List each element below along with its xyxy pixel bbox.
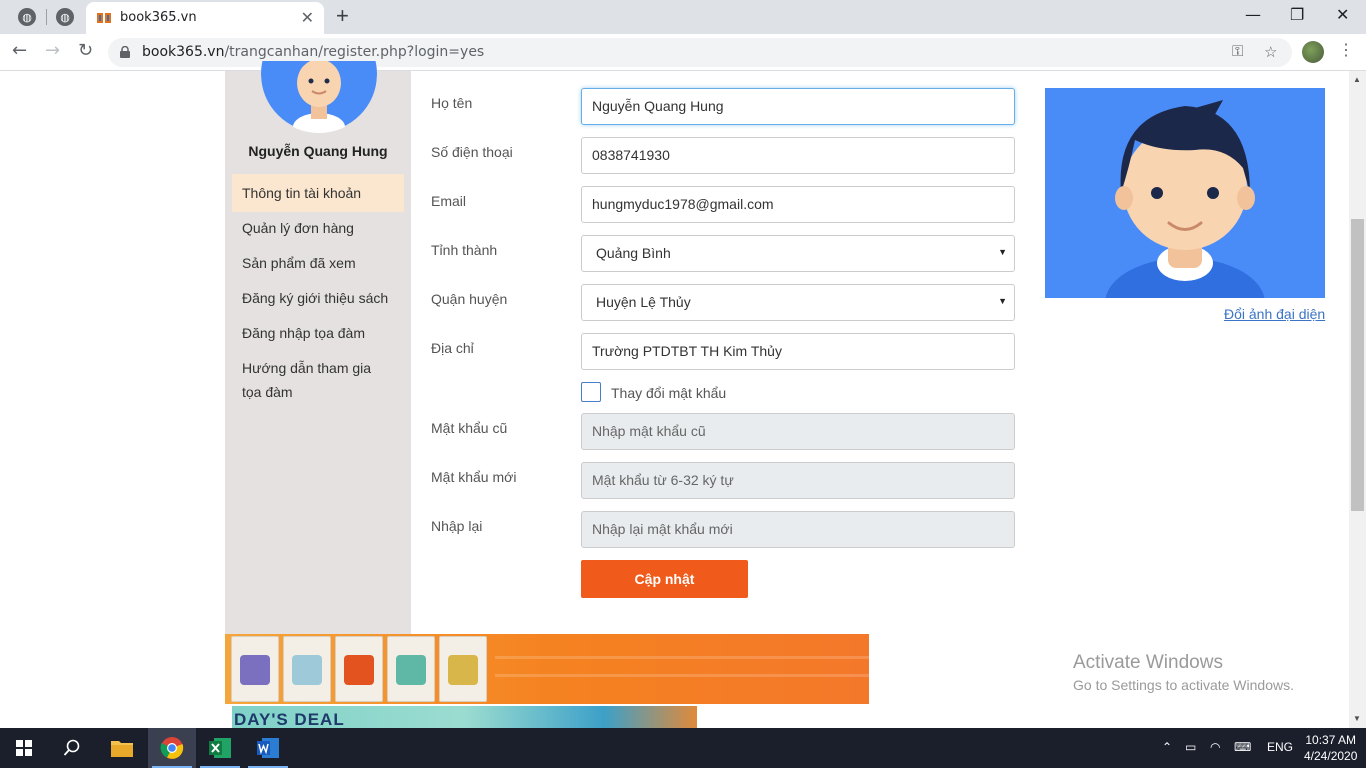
dropdown-caret-icon: ▼ [998,296,1007,306]
book-cover [387,636,435,702]
globe-icon[interactable]: ◍ [18,8,36,26]
book-cover [283,636,331,702]
language-indicator[interactable]: ENG [1267,740,1293,754]
browser-tab-strip: ◍ ◍ book365.vn ✕ + — ❐ ✕ [0,0,1366,34]
windows-taskbar: ⌃ ▭ ◠ ⌨ ENG 10:37 AM 4/24/2020 [0,728,1366,768]
book-cover [439,636,487,702]
sidebar-item-orders[interactable]: Quản lý đơn hàng [232,209,404,247]
activate-subtitle: Go to Settings to activate Windows. [1073,677,1294,693]
promo-banner-deal[interactable]: DAY'S DEAL [232,706,697,728]
clock-time: 10:37 AM [1305,733,1357,747]
book-cover [335,636,383,702]
sidebar-item-viewed-products[interactable]: Sản phẩm đã xem [232,244,404,282]
scroll-thumb[interactable] [1351,219,1364,511]
account-sidebar: Nguyễn Quang Hung Thông tin tài khoản Qu… [225,61,411,634]
activate-title: Activate Windows [1073,652,1223,673]
restore-icon[interactable]: ❐ [1290,5,1304,24]
scroll-up-icon[interactable]: ▲ [1353,75,1361,84]
windows-start-icon[interactable] [0,728,48,768]
user-avatar-small [261,61,377,133]
district-select[interactable]: Huyện Lệ Thủy ▼ [581,284,1015,321]
district-selected-value: Huyện Lệ Thủy [596,294,691,310]
change-avatar-link[interactable]: Đổi ảnh đại diện [1224,306,1325,322]
book-favicon-icon [97,13,111,23]
url-text: book365.vn/trangcanhan/register.php?logi… [142,44,484,60]
file-explorer-icon[interactable] [98,728,146,768]
search-icon[interactable] [48,728,96,768]
tab-divider [46,9,47,25]
change-password-label[interactable]: Thay đổi mật khẩu [611,385,726,401]
update-button[interactable]: Cập nhật [581,560,748,598]
email-field[interactable]: hungmyduc1978@gmail.com [581,186,1015,223]
email-label: Email [431,193,467,209]
chrome-taskbar-icon[interactable] [148,728,196,768]
close-tab-icon[interactable]: ✕ [301,8,314,28]
user-avatar-icon [261,61,377,133]
banner-streak [495,656,869,659]
star-icon[interactable]: ☆ [1264,43,1277,61]
globe-icon[interactable]: ◍ [56,8,74,26]
old-password-field[interactable]: Nhập mật khẩu cũ [581,413,1015,450]
profile-avatar-large [1045,88,1325,298]
confirm-password-label: Nhập lại [431,518,483,534]
word-icon[interactable] [244,728,292,768]
new-tab-button[interactable]: + [336,3,349,29]
deal-banner-text: DAY'S DEAL [234,710,345,728]
sidebar-item-account-info[interactable]: Thông tin tài khoản [232,174,404,212]
clock[interactable]: 10:37 AM 4/24/2020 [1304,732,1357,764]
keyboard-icon[interactable]: ⌨ [1234,740,1251,754]
address-label: Địa chỉ [431,340,474,356]
browser-tab-active[interactable]: book365.vn ✕ [86,2,324,34]
wifi-icon[interactable]: ◠ [1210,740,1220,754]
province-select[interactable]: Quảng Bình ▼ [581,235,1015,272]
url-host: book365.vn [142,44,225,60]
clock-date: 4/24/2020 [1304,749,1358,763]
new-password-label: Mật khẩu mới [431,469,517,485]
sidebar-item-register-book-intro[interactable]: Đăng ký giới thiệu sách [232,279,404,317]
fullname-label: Họ tên [431,95,473,111]
minimize-icon[interactable]: — [1245,5,1261,24]
province-selected-value: Quảng Bình [596,245,671,261]
close-window-icon[interactable]: ✕ [1336,5,1349,24]
back-icon[interactable]: ← [12,40,27,61]
sidebar-item-seminar-login[interactable]: Đăng nhập tọa đàm [232,314,404,352]
change-password-checkbox[interactable] [581,382,601,402]
address-field[interactable]: Trường PTDTBT TH Kim Thủy [581,333,1015,370]
activate-windows-watermark: Activate Windows Go to Settings to activ… [1073,652,1294,693]
scroll-down-icon[interactable]: ▼ [1353,714,1361,723]
promo-banner-books[interactable] [225,634,869,704]
phone-label: Số điện thoại [431,144,513,160]
phone-field[interactable]: 0838741930 [581,137,1015,174]
page-scrollbar[interactable]: ▲ ▼ [1349,71,1366,728]
fullname-field[interactable]: Nguyễn Quang Hung [581,88,1015,125]
province-label: Tỉnh thành [431,242,498,258]
menu-kebab-icon[interactable]: ⋮ [1338,40,1354,60]
key-icon[interactable]: ⚿ [1232,43,1243,60]
profile-avatar[interactable] [1302,41,1324,63]
sidebar-item-seminar-guide[interactable]: Hướng dẫn tham gia tọa đàm [232,349,382,411]
reload-icon[interactable]: ↻ [78,40,93,61]
battery-icon[interactable]: ▭ [1185,740,1196,754]
new-password-field[interactable]: Mật khẩu từ 6-32 ký tự [581,462,1015,499]
user-name: Nguyễn Quang Hung [248,143,388,159]
district-label: Quận huyện [431,291,508,307]
dropdown-caret-icon: ▼ [998,247,1007,257]
confirm-password-field[interactable]: Nhập lại mật khẩu mới [581,511,1015,548]
browser-toolbar: ← → ↻ book365.vn/trangcanhan/register.ph… [0,34,1366,71]
excel-icon[interactable] [196,728,244,768]
tray-chevron-up-icon[interactable]: ⌃ [1162,740,1172,754]
user-avatar-icon [1105,100,1265,298]
tab-title: book365.vn [120,10,197,25]
lock-icon [120,46,130,58]
old-password-label: Mật khẩu cũ [431,420,508,436]
url-path: /trangcanhan/register.php?login=yes [224,44,485,60]
forward-icon[interactable]: → [45,40,60,61]
book-cover [231,636,279,702]
banner-streak [495,674,869,677]
